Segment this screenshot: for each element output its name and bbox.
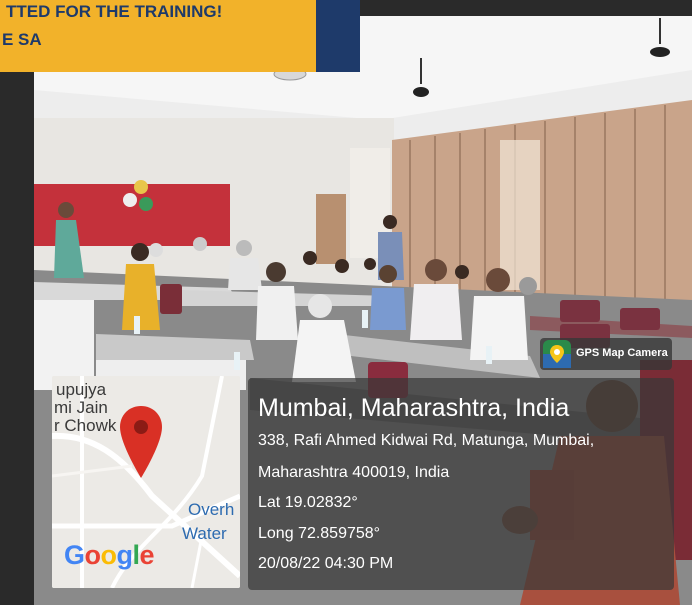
timestamp: 20/08/22 04:30 PM bbox=[258, 555, 394, 572]
google-letter: l bbox=[132, 540, 141, 570]
address-line-1: 338, Rafi Ahmed Kidwai Rd, Matunga, Mumb… bbox=[258, 432, 595, 449]
address-line-2: Maharashtra 400019, India bbox=[258, 464, 450, 481]
gps-badge-label: GPS Map Camera bbox=[576, 347, 668, 359]
gps-map-camera-icon bbox=[543, 340, 571, 368]
google-logo: Google bbox=[64, 540, 155, 571]
map-label-1: upujya bbox=[56, 380, 107, 399]
google-letter: G bbox=[64, 540, 85, 570]
google-letter: g bbox=[116, 540, 134, 570]
training-banner: TTED FOR THE TRAINING! E SA bbox=[0, 0, 360, 72]
map-label-4: Overh bbox=[188, 500, 235, 519]
map-pin-icon bbox=[120, 406, 162, 478]
banner-line-2: E SA bbox=[2, 30, 42, 49]
google-letter: o bbox=[84, 540, 102, 570]
banner-line-1: TTED FOR THE TRAINING! bbox=[6, 2, 223, 21]
google-wordmark: Google bbox=[64, 540, 155, 570]
longitude: Long 72.859758° bbox=[258, 525, 381, 542]
location-title: Mumbai, Maharashtra, India bbox=[258, 394, 570, 422]
map-label-5: Water bbox=[182, 524, 227, 543]
google-letter: o bbox=[100, 540, 118, 570]
google-letter: e bbox=[139, 540, 155, 570]
latitude: Lat 19.02832° bbox=[258, 494, 358, 511]
map-label-3: r Chowk bbox=[54, 416, 117, 435]
map-label-2: mi Jain bbox=[54, 398, 108, 417]
